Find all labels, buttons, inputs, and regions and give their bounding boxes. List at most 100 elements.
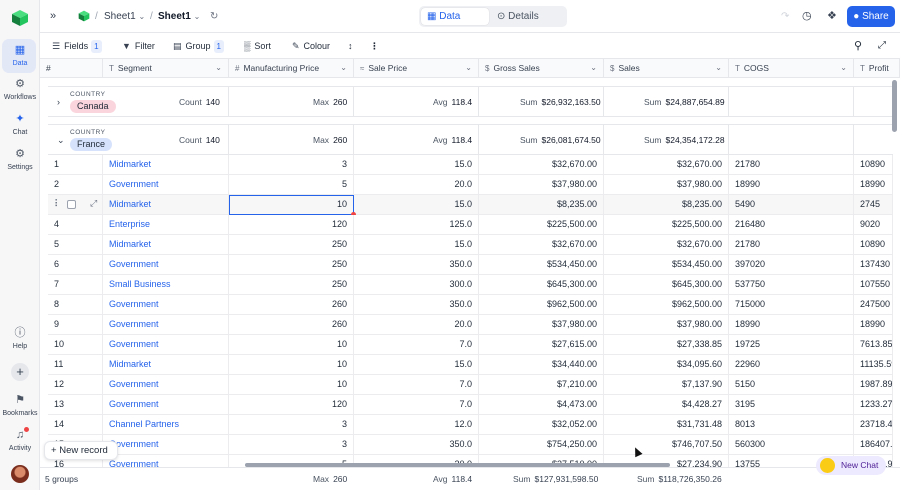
table-row[interactable]: Midmarket 10 15.0 $8,235.00 $8,235.00 5490 274… xyxy=(48,195,893,217)
more-options-icon[interactable]: ⋮ xyxy=(370,33,379,59)
sales-cell[interactable]: $27,338.85 xyxy=(604,335,729,355)
segment-cell[interactable]: Government xyxy=(103,375,229,395)
sale-price-cell[interactable]: 350.0 xyxy=(354,295,479,315)
row-number-cell[interactable]: 11 xyxy=(48,355,103,375)
table-row[interactable]: 14 Channel Partners 3 12.0 $32,052.00 $31,731… xyxy=(48,415,893,435)
cogs-cell[interactable]: 22960 xyxy=(729,355,854,375)
column-header-sale-price[interactable]: ≈ Sale Price ⌄ xyxy=(354,59,479,78)
colour-button[interactable]: ✎ Colour xyxy=(292,33,330,59)
row-number-cell[interactable]: 14 xyxy=(48,415,103,435)
row-checkbox[interactable] xyxy=(67,200,76,209)
sales-cell[interactable]: $645,300.00 xyxy=(604,275,729,295)
gross-sales-cell[interactable]: $37,980.00 xyxy=(479,175,604,195)
gross-sales-cell[interactable]: $34,440.00 xyxy=(479,355,604,375)
chevron-down-icon[interactable]: ⌄ xyxy=(715,59,722,77)
sales-cell[interactable]: $37,980.00 xyxy=(604,315,729,335)
avatar[interactable] xyxy=(11,465,29,483)
sales-cell[interactable]: $534,450.00 xyxy=(604,255,729,275)
column-header-manufacturing-price[interactable]: # Manufacturing Price ⌄ xyxy=(229,59,354,78)
column-header-sales[interactable]: $ Sales ⌄ xyxy=(604,59,729,78)
row-number-cell[interactable]: 13 xyxy=(48,395,103,415)
rail-item-bookmarks[interactable]: ⚑ Bookmarks xyxy=(0,393,40,417)
cogs-cell[interactable]: 18990 xyxy=(729,315,854,335)
profit-cell[interactable]: 9020 xyxy=(854,215,893,235)
gross-sales-cell[interactable]: $32,052.00 xyxy=(479,415,604,435)
segment-cell[interactable]: Government xyxy=(103,315,229,335)
segment-cell[interactable]: Channel Partners xyxy=(103,415,229,435)
sales-cell[interactable]: $31,731.48 xyxy=(604,415,729,435)
cogs-cell[interactable]: 397020 xyxy=(729,255,854,275)
row-number-cell[interactable]: 1 xyxy=(48,155,103,175)
sort-button[interactable]: ▒ Sort xyxy=(244,33,271,59)
cogs-cell[interactable]: 537750 xyxy=(729,275,854,295)
column-header-gross-sales[interactable]: $ Gross Sales ⌄ xyxy=(479,59,604,78)
gross-sales-cell[interactable]: $962,500.00 xyxy=(479,295,604,315)
tab-details[interactable]: ⊙ Details xyxy=(491,8,563,25)
gross-sales-cell[interactable]: $7,210.00 xyxy=(479,375,604,395)
sale-price-cell[interactable]: 350.0 xyxy=(354,255,479,275)
manufacturing-price-cell[interactable]: 120 xyxy=(229,215,354,235)
fields-button[interactable]: ☰ Fields 1 xyxy=(52,33,102,59)
table-row[interactable]: 2 Government 5 20.0 $37,980.00 $37,980.00 1899… xyxy=(48,175,893,195)
profit-cell[interactable]: 18990 xyxy=(854,175,893,195)
table-row[interactable]: 8 Government 260 350.0 $962,500.00 $962,500.0… xyxy=(48,295,893,315)
profit-cell[interactable]: 1233.270 xyxy=(854,395,893,415)
filter-button[interactable]: ▼ Filter xyxy=(122,33,155,59)
gross-sales-cell[interactable]: $225,500.00 xyxy=(479,215,604,235)
group-header-france[interactable]: ⌄ COUNTRY France Count 140 Max 260 Avg 118.… xyxy=(48,124,893,155)
sales-cell[interactable]: $8,235.00 xyxy=(604,195,729,215)
profit-cell[interactable]: 1987.899 xyxy=(854,375,893,395)
chevron-down-icon[interactable]: ⌄ xyxy=(465,59,472,77)
table-row[interactable]: 12 Government 10 7.0 $7,210.00 $7,137.90 5150 1… xyxy=(48,375,893,395)
cogs-cell[interactable]: 5490 xyxy=(729,195,854,215)
cogs-cell[interactable]: 8013 xyxy=(729,415,854,435)
cogs-cell[interactable]: 5150 xyxy=(729,375,854,395)
manufacturing-price-cell[interactable]: 5 xyxy=(229,175,354,195)
sales-cell[interactable]: $32,670.00 xyxy=(604,235,729,255)
segment-cell[interactable]: Government xyxy=(103,335,229,355)
cogs-cell[interactable]: 21780 xyxy=(729,235,854,255)
refresh-icon[interactable]: ↻ xyxy=(210,0,218,33)
segment-cell[interactable]: Government xyxy=(103,395,229,415)
add-icon[interactable]: + xyxy=(11,363,29,381)
segment-cell[interactable]: Small Business xyxy=(103,275,229,295)
gross-sales-cell[interactable]: $8,235.00 xyxy=(479,195,604,215)
gross-sales-cell[interactable]: $32,670.00 xyxy=(479,235,604,255)
manufacturing-price-cell[interactable]: 260 xyxy=(229,315,354,335)
rail-item-workflows[interactable]: ⚙ Workflows xyxy=(0,77,40,101)
profit-cell[interactable]: 2745 xyxy=(854,195,893,215)
new-record-button[interactable]: + New record xyxy=(44,441,118,460)
group-header-canada[interactable]: › COUNTRY Canada Count 140 Max 260 Avg 118.… xyxy=(48,86,893,117)
table-row[interactable]: 10 Government 10 7.0 $27,615.00 $27,338.85 197… xyxy=(48,335,893,355)
gross-sales-cell[interactable]: $534,450.00 xyxy=(479,255,604,275)
row-number-cell[interactable]: 4 xyxy=(48,215,103,235)
row-number-cell[interactable]: 6 xyxy=(48,255,103,275)
rail-item-help[interactable]: ⓘ Help xyxy=(0,326,40,350)
vertical-scrollbar[interactable] xyxy=(892,80,897,132)
sales-cell[interactable]: $962,500.00 xyxy=(604,295,729,315)
table-row[interactable]: 5 Midmarket 250 15.0 $32,670.00 $32,670.00 217… xyxy=(48,235,893,255)
profit-cell[interactable]: 107550 xyxy=(854,275,893,295)
gross-sales-cell[interactable]: $32,670.00 xyxy=(479,155,604,175)
profit-cell[interactable]: 7613.85 xyxy=(854,335,893,355)
manufacturing-price-cell[interactable]: 3 xyxy=(229,415,354,435)
search-icon[interactable]: ⚲ xyxy=(854,33,862,59)
table-row[interactable]: 9 Government 260 20.0 $37,980.00 $37,980.00 18… xyxy=(48,315,893,335)
segment-cell[interactable]: Government xyxy=(103,435,229,455)
rail-item-activity[interactable]: ♫ Activity xyxy=(0,428,40,452)
integrations-icon[interactable]: ❖ xyxy=(827,0,837,33)
share-button[interactable]: ● Share xyxy=(847,6,895,27)
manufacturing-price-cell[interactable]: 10 xyxy=(229,195,354,215)
sale-price-cell[interactable]: 15.0 xyxy=(354,235,479,255)
profit-cell[interactable]: 18990 xyxy=(854,315,893,335)
table-row[interactable]: 11 Midmarket 10 15.0 $34,440.00 $34,095.60 229… xyxy=(48,355,893,375)
tab-data[interactable]: ▦ Data xyxy=(421,8,489,25)
table-row[interactable]: 7 Small Business 250 300.0 $645,300.00 $645,3… xyxy=(48,275,893,295)
manufacturing-price-cell[interactable]: 250 xyxy=(229,235,354,255)
gross-sales-cell[interactable]: $27,615.00 xyxy=(479,335,604,355)
manufacturing-price-cell[interactable]: 10 xyxy=(229,335,354,355)
group-button[interactable]: ▤ Group 1 xyxy=(173,33,224,59)
row-number-cell[interactable]: 12 xyxy=(48,375,103,395)
gross-sales-cell[interactable]: $754,250.00 xyxy=(479,435,604,455)
app-logo-icon[interactable] xyxy=(11,9,29,27)
